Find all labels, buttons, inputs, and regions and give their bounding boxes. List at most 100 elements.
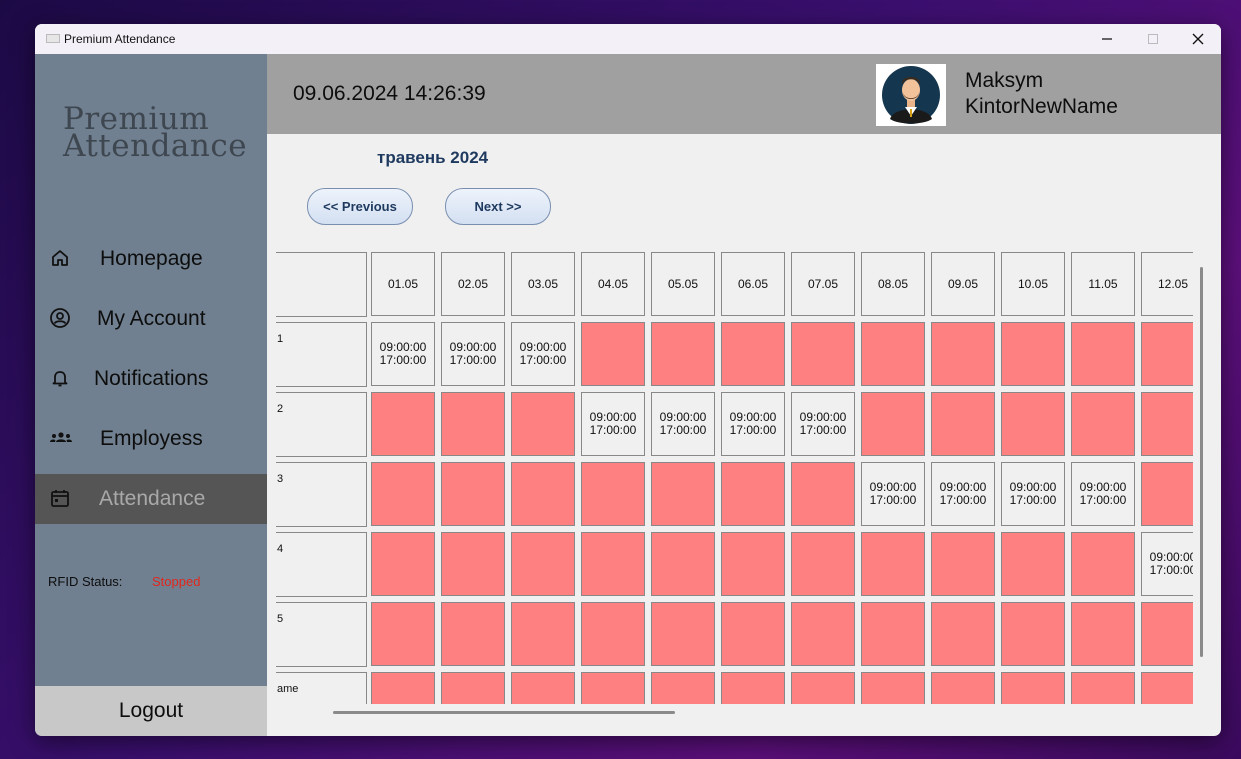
absent-cell[interactable] [1141,392,1193,456]
shift-cell[interactable]: 09:00:00 17:00:00 [1001,462,1065,526]
absent-cell[interactable] [441,462,505,526]
absent-cell[interactable] [931,532,995,596]
absent-cell[interactable] [1071,672,1135,704]
absent-cell[interactable] [371,462,435,526]
absent-cell[interactable] [931,322,995,386]
avatar[interactable] [876,64,946,126]
absent-cell[interactable] [1001,322,1065,386]
employee-row-header[interactable]: ame [276,672,367,704]
employee-row-header[interactable]: 5 [276,602,367,667]
employee-row-header[interactable]: 3 [276,462,367,527]
shift-cell[interactable]: 09:00:00 17:00:00 [581,392,645,456]
absent-cell[interactable] [511,392,575,456]
absent-cell[interactable] [861,602,925,666]
attendance-grid[interactable]: 01.05 02.05 03.05 04.05 05.05 06.05 07.05 08.05… [276,252,1193,704]
shift-cell[interactable]: 09:00:00 17:00:00 [441,322,505,386]
absent-cell[interactable] [1141,322,1193,386]
absent-cell[interactable] [931,672,995,704]
absent-cell[interactable] [1001,392,1065,456]
absent-cell[interactable] [441,602,505,666]
shift-cell[interactable]: 09:00:00 17:00:00 [651,392,715,456]
shift-cell[interactable]: 09:00:00 17:00:00 [371,322,435,386]
absent-cell[interactable] [721,602,785,666]
logout-button[interactable]: Logout [35,686,267,736]
employee-row-header[interactable]: 2 [276,392,367,457]
absent-cell[interactable] [651,602,715,666]
absent-cell[interactable] [651,462,715,526]
absent-cell[interactable] [581,532,645,596]
nav-notifications-label: Notifications [94,367,209,390]
absent-cell[interactable] [651,532,715,596]
nav-employess[interactable]: Employess [35,414,267,464]
vertical-scrollbar[interactable] [1200,267,1203,657]
employee-row-header[interactable]: 1 [276,322,367,387]
absent-cell[interactable] [931,392,995,456]
shift-cell[interactable]: 09:00:00 17:00:00 [1141,532,1193,596]
shift-cell[interactable]: 09:00:00 17:00:00 [861,462,925,526]
absent-cell[interactable] [511,602,575,666]
absent-cell[interactable] [511,462,575,526]
nav-notifications[interactable]: Notifications [35,354,267,404]
absent-cell[interactable] [861,672,925,704]
absent-cell[interactable] [791,672,855,704]
close-icon[interactable] [1175,24,1221,54]
absent-cell[interactable] [1141,462,1193,526]
absent-cell[interactable] [371,602,435,666]
absent-cell[interactable] [1001,602,1065,666]
absent-cell[interactable] [791,462,855,526]
absent-cell[interactable] [581,602,645,666]
absent-cell[interactable] [861,532,925,596]
app-icon [46,34,60,43]
absent-cell[interactable] [721,672,785,704]
absent-cell[interactable] [1071,322,1135,386]
shift-cell[interactable]: 09:00:00 17:00:00 [1071,462,1135,526]
absent-cell[interactable] [1141,602,1193,666]
rfid-status-value: Stopped [152,574,201,589]
absent-cell[interactable] [371,672,435,704]
employee-row-label: 3 [277,473,284,485]
absent-cell[interactable] [1001,532,1065,596]
absent-cell[interactable] [1071,392,1135,456]
absent-cell[interactable] [651,672,715,704]
absent-cell[interactable] [441,392,505,456]
absent-cell[interactable] [651,322,715,386]
date-header: 09.05 [931,252,995,316]
absent-cell[interactable] [581,462,645,526]
absent-cell[interactable] [791,532,855,596]
previous-button[interactable]: << Previous [307,188,413,225]
shift-cell[interactable]: 09:00:00 17:00:00 [511,322,575,386]
nav-my-account[interactable]: My Account [35,294,267,344]
absent-cell[interactable] [1071,602,1135,666]
maximize-icon[interactable] [1130,24,1176,54]
absent-cell[interactable] [721,462,785,526]
date-header: 10.05 [1001,252,1065,316]
absent-cell[interactable] [441,532,505,596]
absent-cell[interactable] [371,392,435,456]
absent-cell[interactable] [1001,672,1065,704]
absent-cell[interactable] [1071,532,1135,596]
absent-cell[interactable] [931,602,995,666]
shift-cell[interactable]: 09:00:00 17:00:00 [931,462,995,526]
absent-cell[interactable] [721,532,785,596]
minimize-icon[interactable] [1084,24,1130,54]
absent-cell[interactable] [791,322,855,386]
date-header: 07.05 [791,252,855,316]
absent-cell[interactable] [581,322,645,386]
absent-cell[interactable] [861,392,925,456]
absent-cell[interactable] [1141,672,1193,704]
shift-cell[interactable]: 09:00:00 17:00:00 [791,392,855,456]
absent-cell[interactable] [371,532,435,596]
nav-homepage[interactable]: Homepage [35,234,267,284]
absent-cell[interactable] [721,322,785,386]
absent-cell[interactable] [581,672,645,704]
absent-cell[interactable] [861,322,925,386]
nav-attendance[interactable]: Attendance [35,474,267,524]
employee-row-header[interactable]: 4 [276,532,367,597]
shift-cell[interactable]: 09:00:00 17:00:00 [721,392,785,456]
absent-cell[interactable] [791,602,855,666]
next-button[interactable]: Next >> [445,188,551,225]
absent-cell[interactable] [441,672,505,704]
absent-cell[interactable] [511,672,575,704]
horizontal-scrollbar[interactable] [333,711,675,714]
absent-cell[interactable] [511,532,575,596]
